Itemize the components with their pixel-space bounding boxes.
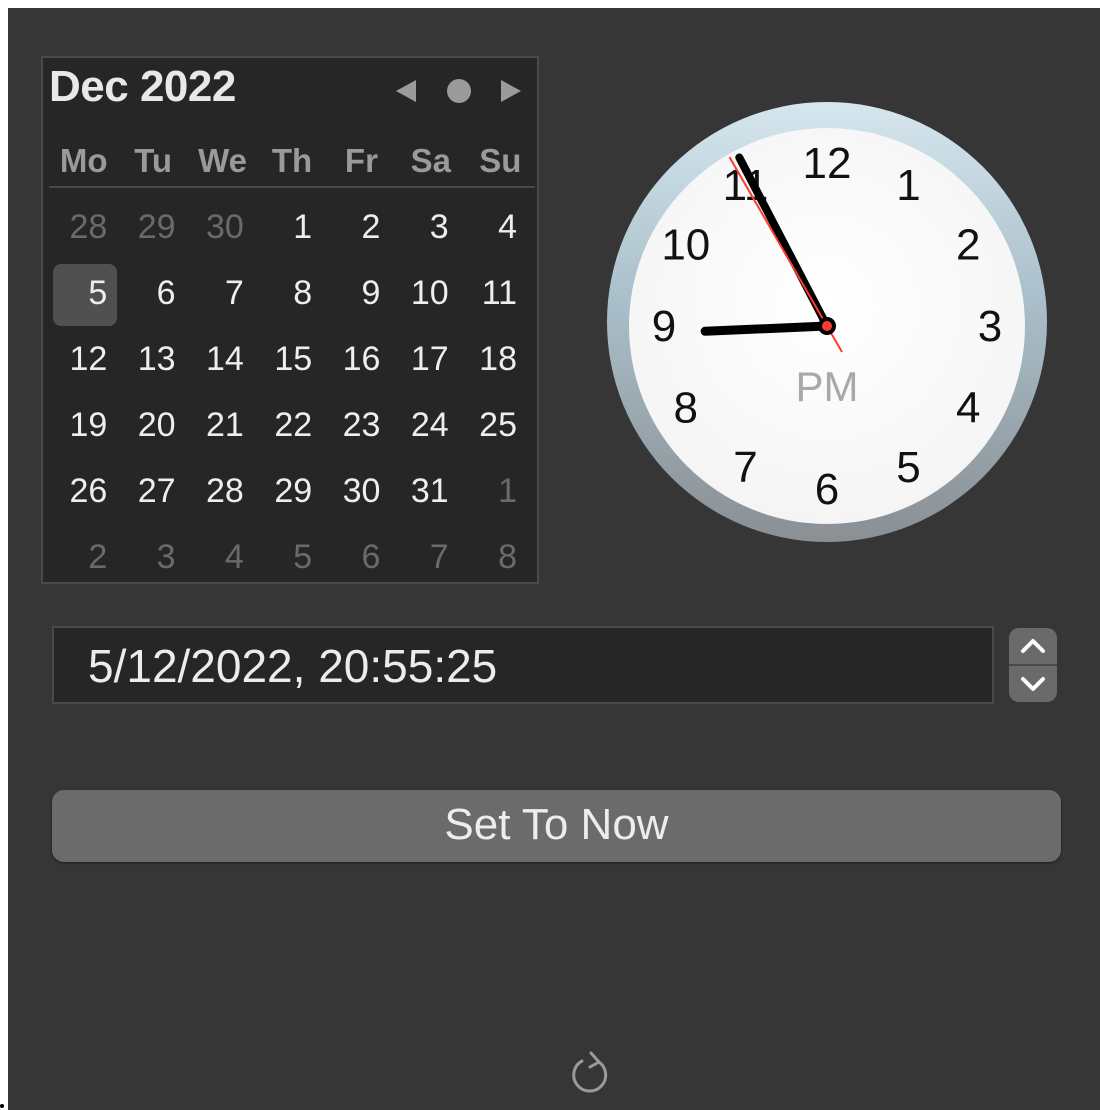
- clock-numeral: 1: [896, 161, 920, 210]
- calendar-day[interactable]: 9: [322, 262, 390, 328]
- datetime-value[interactable]: 5/12/2022, 20:55:25: [88, 628, 497, 704]
- clock-numeral: 3: [978, 302, 1002, 351]
- datetime-field[interactable]: 5/12/2022, 20:55:25: [52, 626, 994, 704]
- calendar-day[interactable]: 27: [117, 460, 185, 526]
- calendar-day[interactable]: 6: [322, 526, 390, 592]
- calendar-day[interactable]: 4: [459, 196, 527, 262]
- calendar-day[interactable]: 22: [254, 394, 322, 460]
- clock-numeral: 7: [733, 443, 757, 492]
- calendar-day-selected[interactable]: 5: [53, 264, 118, 326]
- set-to-now-button[interactable]: Set To Now: [52, 790, 1061, 862]
- refresh-icon[interactable]: [566, 1046, 612, 1096]
- calendar-month-title: Dec 2022: [49, 62, 236, 111]
- weekday-label: Su: [479, 142, 522, 179]
- triangle-right-icon[interactable]: [501, 80, 521, 102]
- calendar-day[interactable]: 7: [186, 262, 254, 328]
- calendar-days-grid: 28 29 30 1 2 3 4 5 6 7 8 9 10 11 12 13 14 15 16 17 18 19 20 21 2…: [49, 196, 527, 592]
- calendar-day[interactable]: 31: [390, 460, 458, 526]
- calendar-day[interactable]: 18: [459, 328, 527, 394]
- calendar-day[interactable]: 13: [117, 328, 185, 394]
- calendar-day[interactable]: 29: [254, 460, 322, 526]
- calendar-day[interactable]: 7: [390, 526, 458, 592]
- calendar: Dec 2022 Mo Tu We Th Fr Sa Su 28 29 30 1 2 3 4…: [41, 56, 539, 584]
- weekday-header: Mo Tu We Th Fr Sa Su: [49, 136, 535, 188]
- calendar-day[interactable]: 10: [390, 262, 458, 328]
- datetime-stepper[interactable]: [1009, 628, 1057, 702]
- calendar-day[interactable]: 30: [322, 460, 390, 526]
- calendar-day[interactable]: 14: [186, 328, 254, 394]
- weekday-label: Tu: [134, 142, 173, 179]
- calendar-day[interactable]: 23: [322, 394, 390, 460]
- calendar-day[interactable]: 15: [254, 328, 322, 394]
- triangle-left-icon[interactable]: [396, 80, 416, 102]
- clock-numeral: 10: [661, 221, 710, 270]
- chevron-up-icon[interactable]: [1009, 628, 1057, 664]
- calendar-day[interactable]: 12: [49, 328, 117, 394]
- circle-icon[interactable]: [447, 79, 471, 103]
- calendar-day[interactable]: 26: [49, 460, 117, 526]
- clock-numeral: 4: [956, 384, 980, 433]
- weekday-label: Mo: [59, 142, 108, 179]
- chevron-down-icon[interactable]: [1009, 666, 1057, 702]
- calendar-day[interactable]: 2: [322, 196, 390, 262]
- calendar-day[interactable]: 17: [390, 328, 458, 394]
- calendar-day[interactable]: 11: [459, 262, 527, 328]
- calendar-day[interactable]: 1: [459, 460, 527, 526]
- clock-numeral: 9: [652, 302, 676, 351]
- calendar-day[interactable]: 21: [186, 394, 254, 460]
- calendar-day[interactable]: 2: [49, 526, 117, 592]
- calendar-day[interactable]: 19: [49, 394, 117, 460]
- analog-clock: 121234567891011 PM: [607, 102, 1047, 542]
- calendar-day[interactable]: 3: [117, 526, 185, 592]
- clock-numeral: 2: [956, 221, 980, 270]
- calendar-day[interactable]: 4: [186, 526, 254, 592]
- edge-marker: [0, 1104, 4, 1108]
- calendar-day[interactable]: 5: [254, 526, 322, 592]
- calendar-day[interactable]: 16: [322, 328, 390, 394]
- calendar-day[interactable]: 1: [254, 196, 322, 262]
- calendar-day[interactable]: 29: [117, 196, 185, 262]
- clock-numeral: 5: [896, 443, 920, 492]
- calendar-day[interactable]: 28: [49, 196, 117, 262]
- clock-numeral: 8: [674, 384, 698, 433]
- hour-hand: [700, 321, 832, 336]
- calendar-day[interactable]: 25: [459, 394, 527, 460]
- weekday-label: Sa: [410, 142, 452, 179]
- weekday-label: We: [198, 142, 248, 179]
- calendar-day[interactable]: 6: [117, 262, 185, 328]
- calendar-day[interactable]: 3: [390, 196, 458, 262]
- meridiem-label: PM: [796, 363, 859, 410]
- calendar-day[interactable]: 20: [117, 394, 185, 460]
- weekday-label: Fr: [344, 142, 378, 179]
- calendar-day[interactable]: 24: [390, 394, 458, 460]
- calendar-day[interactable]: 28: [186, 460, 254, 526]
- weekday-label: Th: [271, 142, 313, 179]
- calendar-day[interactable]: 30: [186, 196, 254, 262]
- clock-center-dot: [822, 321, 832, 331]
- date-time-panel: Dec 2022 Mo Tu We Th Fr Sa Su 28 29 30 1 2 3 4…: [8, 8, 1100, 1110]
- calendar-day[interactable]: 8: [459, 526, 527, 592]
- clock-numeral: 6: [815, 465, 839, 514]
- clock-numeral: 12: [803, 139, 852, 188]
- calendar-day[interactable]: 8: [254, 262, 322, 328]
